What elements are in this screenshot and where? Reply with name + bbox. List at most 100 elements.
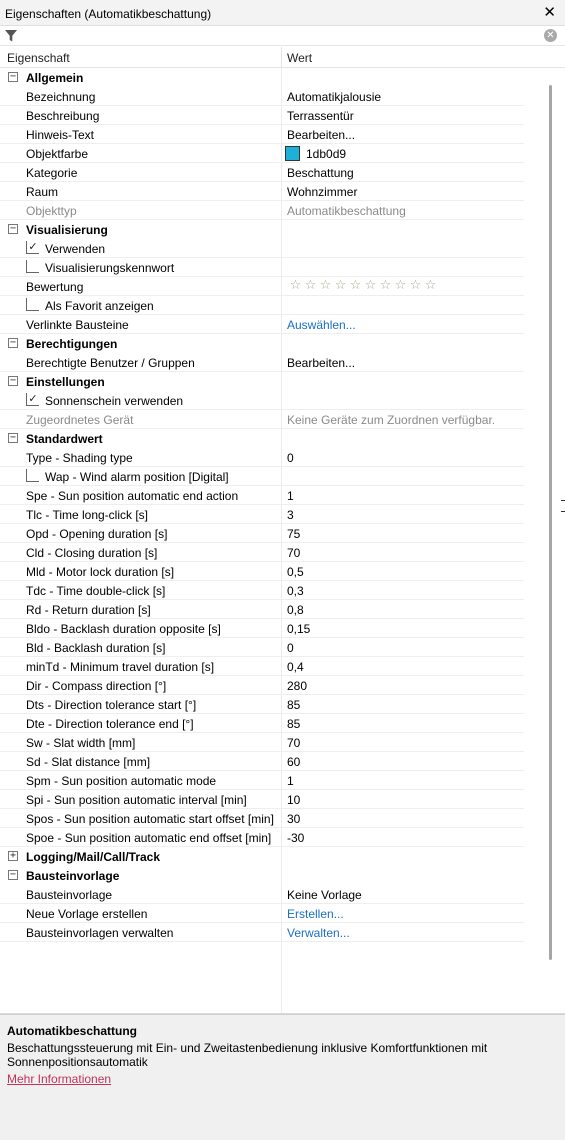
filter-icon[interactable] bbox=[4, 29, 18, 43]
property-value[interactable]: 0,5 bbox=[287, 565, 304, 579]
star-icon[interactable]: ☆ bbox=[288, 278, 303, 293]
collapse-icon[interactable]: − bbox=[8, 72, 18, 82]
property-row-visualisierungskennwort[interactable]: Visualisierungskennwort bbox=[0, 258, 524, 277]
star-icon[interactable]: ☆ bbox=[408, 278, 423, 293]
property-row-tdc-time-double-click-s[interactable]: Tdc - Time double-click [s] 0,3 bbox=[0, 581, 524, 600]
more-info-link[interactable]: Mehr Informationen bbox=[7, 1072, 111, 1086]
property-row-verlinkte-bausteine[interactable]: Verlinkte Bausteine Auswählen... bbox=[0, 315, 524, 334]
property-value[interactable]: 0,15 bbox=[287, 622, 310, 636]
property-row-mintd-minimum-travel-duration-s[interactable]: minTd - Minimum travel duration [s] 0,4 bbox=[0, 657, 524, 676]
vertical-scrollbar[interactable] bbox=[543, 68, 565, 1013]
column-header-property[interactable]: Eigenschaft bbox=[7, 51, 70, 65]
category-einstellungen[interactable]: − Einstellungen bbox=[0, 372, 524, 391]
property-row-dts-direction-tolerance-start[interactable]: Dts - Direction tolerance start [°] 85 bbox=[0, 695, 524, 714]
property-row-spe-sun-position-automatic-end-action[interactable]: Spe - Sun position automatic end action 1 bbox=[0, 486, 524, 505]
checkbox[interactable]: ✓ bbox=[26, 393, 39, 406]
column-header-value[interactable]: Wert bbox=[287, 51, 312, 65]
property-row-raum[interactable]: Raum Wohnzimmer bbox=[0, 182, 524, 201]
property-value[interactable]: 0,4 bbox=[287, 660, 304, 674]
property-value[interactable]: 1 bbox=[287, 489, 294, 503]
property-row-cld-closing-duration-s[interactable]: Cld - Closing duration [s] 70 bbox=[0, 543, 524, 562]
property-row-objektfarbe[interactable]: Objektfarbe 1db0d9 bbox=[0, 144, 524, 163]
property-value-link[interactable]: Erstellen... bbox=[287, 907, 344, 921]
property-value[interactable]: 85 bbox=[287, 717, 300, 731]
property-row-kategorie[interactable]: Kategorie Beschattung bbox=[0, 163, 524, 182]
property-row-bewertung[interactable]: Bewertung ☆ ☆ ☆ ☆ ☆ ☆ ☆ ☆ ☆ ☆ bbox=[0, 277, 524, 296]
property-row-type-shading-type[interactable]: Type - Shading type 0 bbox=[0, 448, 524, 467]
property-value[interactable]: 280 bbox=[287, 679, 307, 693]
property-row-als-favorit-anzeigen[interactable]: Als Favorit anzeigen bbox=[0, 296, 524, 315]
collapse-icon[interactable]: − bbox=[8, 224, 18, 234]
property-value[interactable]: 0,3 bbox=[287, 584, 304, 598]
property-row-wap-wind-alarm-position-digital[interactable]: Wap - Wind alarm position [Digital] bbox=[0, 467, 524, 486]
column-separator[interactable] bbox=[281, 47, 282, 68]
property-value[interactable]: 30 bbox=[287, 812, 300, 826]
property-value-link[interactable]: Verwalten... bbox=[287, 926, 350, 940]
star-icon[interactable]: ☆ bbox=[423, 278, 438, 293]
star-icon[interactable]: ☆ bbox=[318, 278, 333, 293]
property-row-sd-slat-distance-mm[interactable]: Sd - Slat distance [mm] 60 bbox=[0, 752, 524, 771]
property-value[interactable]: 1 bbox=[287, 774, 294, 788]
property-row-beschreibung[interactable]: Beschreibung Terrassentür bbox=[0, 106, 524, 125]
property-row-bldo-backlash-duration-opposite-s[interactable]: Bldo - Backlash duration opposite [s] 0,1… bbox=[0, 619, 524, 638]
property-row-rd-return-duration-s[interactable]: Rd - Return duration [s] 0,8 bbox=[0, 600, 524, 619]
property-value[interactable]: 3 bbox=[287, 508, 294, 522]
star-rating[interactable]: ☆ ☆ ☆ ☆ ☆ ☆ ☆ ☆ ☆ ☆ bbox=[288, 278, 438, 293]
property-value[interactable]: 1db0d9 bbox=[306, 147, 346, 161]
category-allgemein[interactable]: − Allgemein bbox=[0, 68, 524, 87]
property-value[interactable]: 10 bbox=[287, 793, 300, 807]
expand-icon[interactable]: + bbox=[8, 851, 18, 861]
property-row-zugeordnetes-ger-t[interactable]: Zugeordnetes Gerät Keine Geräte zum Zuord… bbox=[0, 410, 524, 429]
property-value[interactable]: 70 bbox=[287, 736, 300, 750]
property-value[interactable]: Beschattung bbox=[287, 166, 354, 180]
collapse-icon[interactable]: − bbox=[8, 870, 18, 880]
property-row-sw-slat-width-mm[interactable]: Sw - Slat width [mm] 70 bbox=[0, 733, 524, 752]
category-berechtigungen[interactable]: − Berechtigungen bbox=[0, 334, 524, 353]
property-value-link[interactable]: Auswählen... bbox=[287, 318, 356, 332]
star-icon[interactable]: ☆ bbox=[333, 278, 348, 293]
property-value[interactable]: Wohnzimmer bbox=[287, 185, 357, 199]
property-row-bezeichnung[interactable]: Bezeichnung Automatikjalousie bbox=[0, 87, 524, 106]
collapse-icon[interactable]: − bbox=[8, 376, 18, 386]
property-row-spos-sun-position-automatic-start-offset-min[interactable]: Spos - Sun position automatic start offs… bbox=[0, 809, 524, 828]
collapse-icon[interactable]: − bbox=[8, 338, 18, 348]
property-value[interactable]: Keine Geräte zum Zuordnen verfügbar. bbox=[287, 413, 495, 427]
star-icon[interactable]: ☆ bbox=[378, 278, 393, 293]
star-icon[interactable]: ☆ bbox=[393, 278, 408, 293]
property-value[interactable]: Bearbeiten... bbox=[287, 128, 355, 142]
filter-input[interactable] bbox=[22, 27, 537, 44]
checkbox[interactable] bbox=[26, 260, 39, 273]
category-visualisierung[interactable]: − Visualisierung bbox=[0, 220, 524, 239]
category-bausteinvorlage[interactable]: − Bausteinvorlage bbox=[0, 866, 524, 885]
category-standardwert[interactable]: − Standardwert bbox=[0, 429, 524, 448]
checkbox[interactable] bbox=[26, 469, 39, 482]
star-icon[interactable]: ☆ bbox=[348, 278, 363, 293]
property-row-hinweis-text[interactable]: Hinweis-Text Bearbeiten... bbox=[0, 125, 524, 144]
property-row-opd-opening-duration-s[interactable]: Opd - Opening duration [s] 75 bbox=[0, 524, 524, 543]
clear-filter-icon[interactable]: ✕ bbox=[544, 29, 557, 42]
property-value[interactable]: 75 bbox=[287, 527, 300, 541]
property-row-dte-direction-tolerance-end[interactable]: Dte - Direction tolerance end [°] 85 bbox=[0, 714, 524, 733]
checkbox[interactable] bbox=[26, 298, 39, 311]
star-icon[interactable]: ☆ bbox=[303, 278, 318, 293]
property-value[interactable]: 0 bbox=[287, 451, 294, 465]
property-value[interactable]: Automatikjalousie bbox=[287, 90, 381, 104]
property-row-dir-compass-direction[interactable]: Dir - Compass direction [°] 280 bbox=[0, 676, 524, 695]
property-value[interactable]: -30 bbox=[287, 831, 304, 845]
property-value[interactable]: 0 bbox=[287, 641, 294, 655]
collapse-icon[interactable]: − bbox=[8, 433, 18, 443]
property-row-bausteinvorlage[interactable]: Bausteinvorlage Keine Vorlage bbox=[0, 885, 524, 904]
property-row-bld-backlash-duration-s[interactable]: Bld - Backlash duration [s] 0 bbox=[0, 638, 524, 657]
scrollbar-thumb[interactable] bbox=[549, 85, 552, 960]
property-value[interactable]: 70 bbox=[287, 546, 300, 560]
property-row-verwenden[interactable]: ✓ Verwenden bbox=[0, 239, 524, 258]
property-row-spi-sun-position-automatic-interval-min[interactable]: Spi - Sun position automatic interval [m… bbox=[0, 790, 524, 809]
property-value[interactable]: 85 bbox=[287, 698, 300, 712]
property-row-sonnenschein-verwenden[interactable]: ✓ Sonnenschein verwenden bbox=[0, 391, 524, 410]
property-value[interactable]: Keine Vorlage bbox=[287, 888, 362, 902]
property-value[interactable]: Automatikbeschattung bbox=[287, 204, 406, 218]
property-row-mld-motor-lock-duration-s[interactable]: Mld - Motor lock duration [s] 0,5 bbox=[0, 562, 524, 581]
color-swatch[interactable] bbox=[285, 146, 300, 161]
close-icon[interactable]: ✕ bbox=[543, 5, 556, 20]
checkbox[interactable]: ✓ bbox=[26, 241, 39, 254]
